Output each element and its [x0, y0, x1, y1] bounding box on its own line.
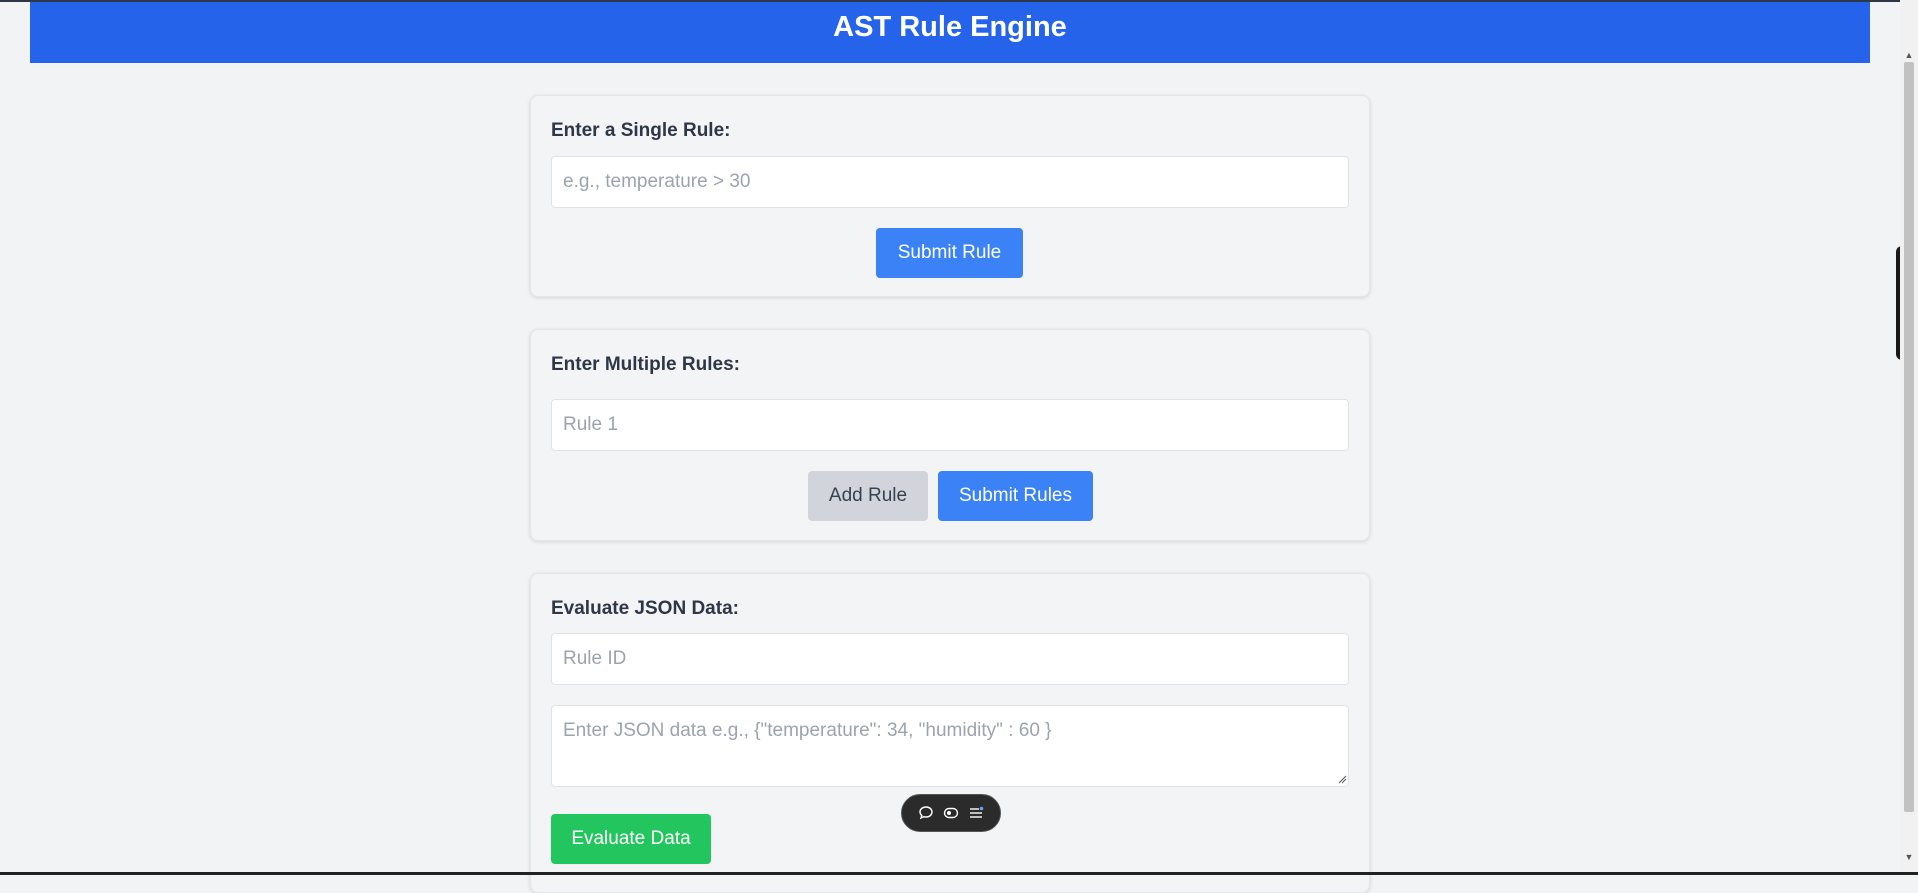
single-rule-card: Enter a Single Rule: Submit Rule — [530, 95, 1370, 297]
rule-1-input[interactable] — [551, 399, 1349, 451]
add-rule-button[interactable]: Add Rule — [808, 471, 928, 521]
page: AST Rule Engine Enter a Single Rule: Sub… — [0, 0, 1900, 893]
page-title: AST Rule Engine — [833, 11, 1067, 43]
resize-grip-icon[interactable] — [1337, 774, 1347, 784]
multiple-rules-card: Enter Multiple Rules: Add Rule Submit Ru… — [530, 329, 1370, 541]
multiple-rules-label: Enter Multiple Rules: — [551, 354, 740, 375]
json-data-textarea[interactable] — [551, 705, 1349, 787]
floating-toolbar — [901, 794, 1001, 832]
app-header: AST Rule Engine — [30, 2, 1870, 63]
scrollbar-thumb[interactable] — [1904, 62, 1914, 812]
comment-icon[interactable] — [916, 803, 936, 823]
camera-toggle-icon[interactable] — [941, 803, 961, 823]
evaluate-data-button[interactable]: Evaluate Data — [551, 814, 711, 864]
menu-icon[interactable] — [966, 803, 986, 823]
evaluate-card: Evaluate JSON Data: Evaluate Data — [530, 573, 1370, 893]
scroll-down-icon[interactable]: ▼ — [1904, 852, 1914, 862]
single-rule-label: Enter a Single Rule: — [551, 120, 731, 141]
single-rule-input[interactable] — [551, 156, 1349, 208]
submit-rules-button[interactable]: Submit Rules — [938, 471, 1093, 521]
evaluate-label: Evaluate JSON Data: — [551, 598, 739, 619]
vertical-scrollbar[interactable]: ▲ ▼ — [1900, 0, 1918, 872]
scroll-up-icon[interactable]: ▲ — [1904, 50, 1914, 60]
submit-rule-button[interactable]: Submit Rule — [876, 228, 1023, 278]
rule-id-input[interactable] — [551, 633, 1349, 685]
